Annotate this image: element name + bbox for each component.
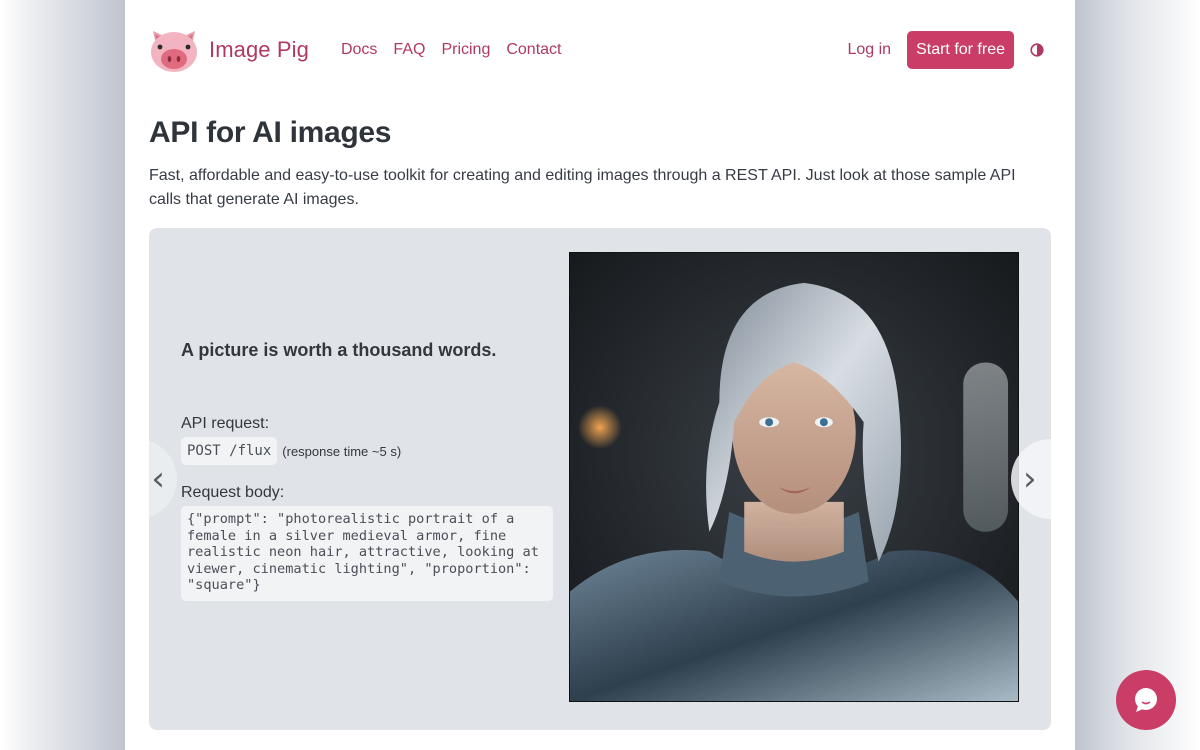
brand-name: Image Pig: [209, 37, 309, 62]
response-time: (response time ~5 s): [282, 443, 402, 459]
api-endpoint: POST /flux: [181, 437, 278, 465]
chat-bubble-icon: [1135, 688, 1157, 712]
request-body-code: {"prompt": "photorealistic portrait of a…: [181, 506, 553, 601]
start-for-free-button[interactable]: Start for free: [907, 31, 1014, 69]
api-request-label: API request:: [181, 415, 270, 432]
page-background-right: [1075, 0, 1200, 750]
chat-widget-button[interactable]: [1116, 670, 1176, 730]
nav-link-docs[interactable]: Docs: [341, 41, 377, 59]
login-link[interactable]: Log in: [847, 41, 891, 59]
chevron-left-icon: ‹: [151, 459, 165, 499]
slide-tagline: A picture is worth a thousand words.: [181, 340, 497, 360]
page-container: Image Pig Docs FAQ Pricing Contact Log i…: [125, 0, 1075, 750]
half-circle-contrast-icon[interactable]: [1030, 43, 1044, 57]
request-body-label: Request body:: [181, 484, 285, 501]
endpoint-row: POST /flux (response time ~5 s): [181, 437, 401, 465]
nav-link-faq[interactable]: FAQ: [393, 41, 425, 59]
pig-face-icon: [151, 31, 197, 72]
top-navigation: Image Pig Docs FAQ Pricing Contact Log i…: [149, 20, 1051, 80]
nav-actions: Log in Start for free: [847, 31, 1051, 69]
page-lead: Fast, affordable and easy-to-use toolkit…: [149, 167, 1016, 208]
page-title: API for AI images: [149, 116, 392, 149]
chevron-right-icon: ›: [1023, 459, 1037, 499]
slide-description: A picture is worth a thousand words. API…: [181, 228, 553, 730]
portrait-image: [570, 253, 1018, 701]
generated-image: [569, 252, 1019, 702]
carousel-prev-button[interactable]: ‹: [149, 439, 177, 519]
nav-link-contact[interactable]: Contact: [506, 41, 561, 59]
examples-carousel: A picture is worth a thousand words. API…: [149, 228, 1051, 730]
brand-home-link[interactable]: Image Pig: [149, 27, 309, 73]
nav-link-pricing[interactable]: Pricing: [441, 41, 490, 59]
nav-links: Docs FAQ Pricing Contact: [341, 41, 562, 59]
